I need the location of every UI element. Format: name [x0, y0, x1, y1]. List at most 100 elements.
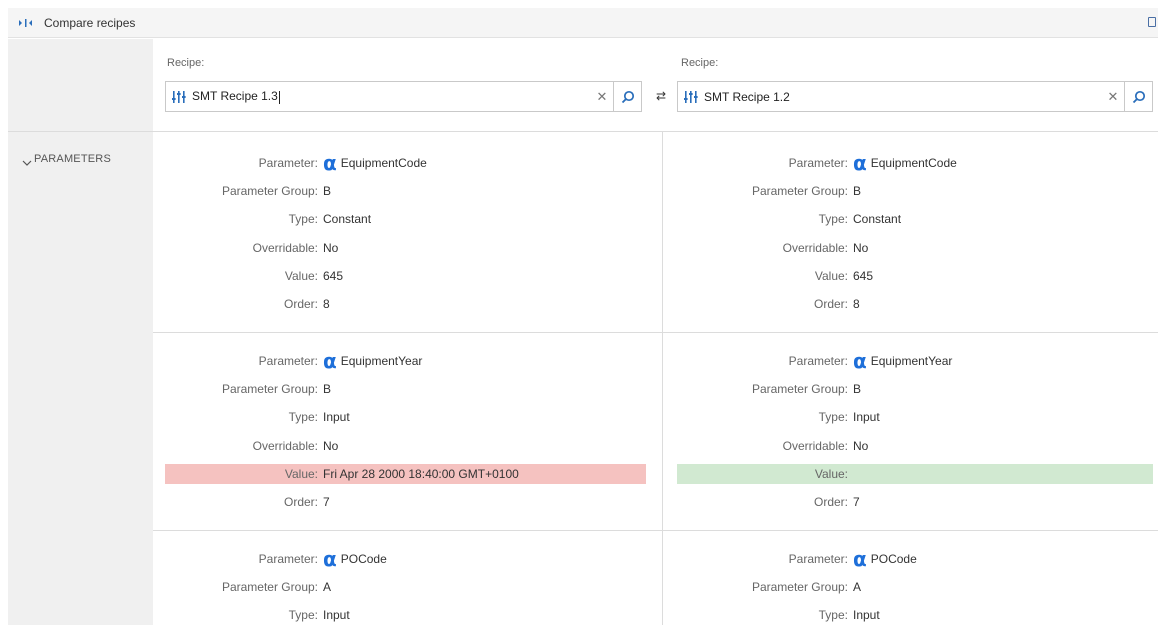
field-value-wrap: 645	[853, 269, 873, 283]
field-label: Type:	[818, 212, 848, 226]
alpha-icon: α	[853, 547, 867, 571]
field-value-wrap: α POCode	[853, 547, 917, 571]
chevron-down-icon[interactable]	[22, 155, 32, 169]
field-label: Type:	[818, 410, 848, 424]
left-recipe-field[interactable]: SMT Recipe 1.3 ✕	[165, 81, 642, 112]
field-label: Value:	[814, 269, 848, 283]
field-value-wrap: Input	[323, 608, 350, 622]
clear-icon[interactable]: ✕	[1102, 89, 1124, 105]
field-label: Parameter Group:	[221, 580, 318, 594]
left-recipe-input[interactable]: SMT Recipe 1.3	[192, 89, 591, 104]
search-icon[interactable]	[613, 82, 641, 111]
field-value-wrap: B	[323, 184, 331, 198]
field-value: B	[323, 382, 332, 396]
field-label: Order:	[813, 495, 848, 509]
field-value-wrap: 7	[323, 495, 330, 509]
field-value: A	[323, 580, 332, 594]
window-icon[interactable]	[1148, 17, 1156, 27]
field-row-value: Value:	[677, 464, 1153, 484]
field-row-type: Type: Input	[165, 605, 646, 625]
clear-icon[interactable]: ✕	[591, 89, 613, 105]
parameter-link[interactable]: EquipmentYear	[341, 354, 423, 368]
field-label: Value:	[284, 467, 318, 481]
field-value: Input	[853, 410, 880, 424]
field-label: Overridable:	[782, 439, 848, 453]
field-value-wrap: 7	[853, 495, 860, 509]
field-row-parameter: Parameter: α POCode	[165, 549, 646, 569]
field-value: 7	[323, 495, 330, 509]
field-value: Input	[323, 410, 350, 424]
field-row-type: Type: Input	[677, 407, 1153, 427]
page-title: Compare recipes	[44, 15, 136, 30]
parameter-link[interactable]: EquipmentCode	[871, 156, 957, 170]
field-value-wrap: 645	[323, 269, 343, 283]
field-value: 8	[323, 297, 330, 311]
field-value-wrap: α EquipmentCode	[853, 151, 957, 175]
field-row-type: Type: Input	[677, 605, 1153, 625]
field-row-order: Order: 7	[165, 492, 646, 512]
field-row-type: Type: Constant	[677, 209, 1153, 229]
field-value-wrap: Input	[323, 410, 350, 424]
column-divider	[662, 132, 663, 625]
field-label: Overridable:	[782, 241, 848, 255]
field-row-group: Parameter Group: B	[677, 181, 1153, 201]
field-label: Parameter:	[788, 156, 848, 170]
swap-icon[interactable]: ⇄	[654, 88, 668, 104]
field-value: Input	[853, 608, 880, 622]
parameter-link[interactable]: POCode	[871, 552, 917, 566]
expand-panel-icon[interactable]	[16, 18, 36, 28]
section-parameters-toggle[interactable]: PARAMETERS	[34, 153, 111, 165]
field-value-wrap: No	[323, 241, 338, 255]
field-value-wrap: Fri Apr 28 2000 18:40:00 GMT+0100	[323, 467, 519, 481]
field-label: Order:	[283, 495, 318, 509]
title-bar: Compare recipes	[8, 8, 1158, 38]
field-row-group: Parameter Group: B	[165, 181, 646, 201]
block-divider	[153, 332, 1158, 333]
field-label: Parameter:	[258, 156, 318, 170]
field-label: Value:	[284, 269, 318, 283]
field-value: A	[853, 580, 862, 594]
field-row-type: Type: Input	[165, 407, 646, 427]
field-value-wrap: B	[853, 184, 861, 198]
field-label: Parameter Group:	[221, 382, 318, 396]
field-label: Parameter Group:	[751, 580, 848, 594]
right-recipe-input[interactable]: SMT Recipe 1.2	[704, 90, 1102, 104]
field-row-value: Value: Fri Apr 28 2000 18:40:00 GMT+0100	[165, 464, 646, 484]
field-value-wrap: 8	[323, 297, 330, 311]
right-recipe-label: Recipe:	[681, 57, 719, 69]
field-value: No	[853, 439, 869, 453]
search-icon[interactable]	[1124, 82, 1152, 111]
field-label: Overridable:	[252, 241, 318, 255]
block-divider	[153, 530, 1158, 531]
parameter-link[interactable]: POCode	[341, 552, 387, 566]
field-value: 7	[853, 495, 860, 509]
field-label: Parameter:	[788, 552, 848, 566]
parameter-link[interactable]: EquipmentYear	[871, 354, 953, 368]
alpha-icon: α	[323, 151, 337, 175]
field-value-wrap: A	[323, 580, 331, 594]
field-value: Constant	[853, 212, 902, 226]
field-label: Parameter Group:	[751, 184, 848, 198]
field-value: 645	[323, 269, 344, 283]
field-value-wrap: Input	[853, 410, 880, 424]
left-recipe-label: Recipe:	[167, 57, 205, 69]
right-recipe-field[interactable]: SMT Recipe 1.2 ✕	[677, 81, 1153, 112]
field-row-parameter: Parameter: α EquipmentYear	[677, 351, 1153, 371]
field-row-overridable: Overridable: No	[677, 436, 1153, 456]
field-value-wrap: α EquipmentYear	[853, 349, 953, 373]
alpha-icon: α	[323, 547, 337, 571]
field-value-wrap: No	[323, 439, 338, 453]
alpha-icon: α	[853, 151, 867, 175]
field-value: 8	[853, 297, 860, 311]
field-value-wrap: Constant	[853, 212, 901, 226]
field-row-group: Parameter Group: B	[677, 379, 1153, 399]
field-label: Type:	[288, 212, 318, 226]
field-label: Order:	[813, 297, 848, 311]
alpha-icon: α	[853, 349, 867, 373]
field-value: B	[853, 184, 862, 198]
field-value-wrap: No	[853, 241, 868, 255]
parameter-link[interactable]: EquipmentCode	[341, 156, 427, 170]
field-value: Fri Apr 28 2000 18:40:00 GMT+0100	[323, 467, 519, 481]
field-value: B	[323, 184, 332, 198]
field-value-wrap: Input	[853, 608, 880, 622]
